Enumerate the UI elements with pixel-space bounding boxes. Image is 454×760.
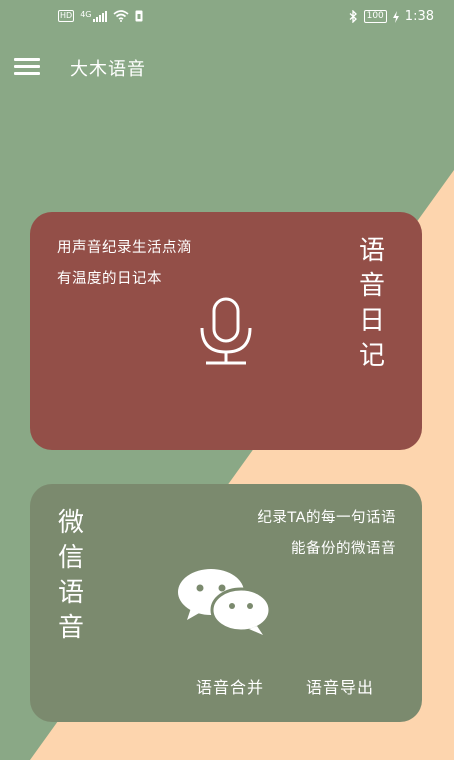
voice-export-button[interactable]: 语音导出: [306, 674, 374, 698]
wechat-slogan-line2: 能备份的微语音: [291, 541, 396, 557]
network-type: 4G: [80, 10, 92, 19]
diary-vertical-title: 语音日记: [358, 236, 385, 371]
app-title: 大木语音: [70, 59, 146, 80]
wechat-slogan-line1: 纪录TA的每一句话语: [257, 510, 396, 526]
sim-icon: [135, 10, 143, 22]
voice-merge-button[interactable]: 语音合并: [196, 674, 264, 698]
menu-icon[interactable]: [14, 58, 40, 78]
diary-slogan-line2: 有温度的日记本: [57, 271, 162, 287]
voice-diary-card[interactable]: 用声音纪录生活点滴 有温度的日记本 语音日记: [30, 212, 422, 450]
signal-icon: [93, 10, 108, 22]
wifi-icon: [113, 10, 130, 22]
app-header: 大木语音: [0, 44, 454, 92]
status-bar: HD 4G 100 1:38: [0, 0, 454, 34]
status-left: HD 4G: [58, 10, 143, 22]
charging-icon: [392, 10, 399, 23]
diary-slogan-line1: 用声音纪录生活点滴: [57, 240, 192, 256]
wechat-voice-card[interactable]: 微信语音 纪录TA的每一句话语 能备份的微语音 语音合并 语音导出: [30, 484, 422, 722]
bluetooth-icon: [349, 10, 357, 23]
status-right: 100 1:38: [349, 9, 434, 24]
clock: 1:38: [404, 9, 434, 24]
hd-badge: HD: [58, 10, 75, 22]
wechat-icon: [178, 569, 272, 635]
battery-icon: 100: [363, 10, 387, 23]
wechat-vertical-title: 微信语音: [57, 508, 84, 643]
microphone-icon[interactable]: [194, 296, 258, 368]
